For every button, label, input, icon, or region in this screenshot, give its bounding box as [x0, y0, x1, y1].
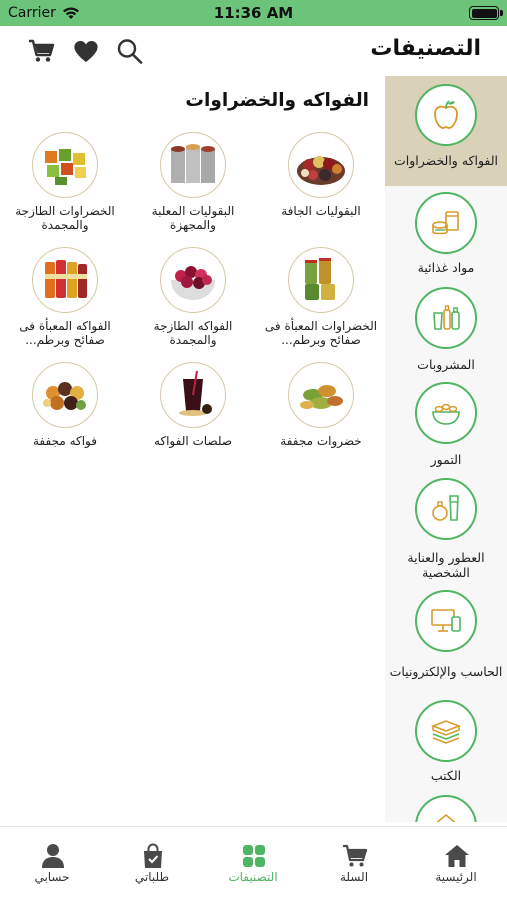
category-name: الخضراوات المعبأة فى صفائح وبرطم... [264, 319, 378, 347]
category-name: البقوليات الجافة [281, 204, 361, 218]
category-name: الفواكه المعبأة فى صفائح وبرطم... [19, 319, 111, 347]
bottles-icon [415, 287, 477, 349]
category-dried-vegetables[interactable]: خضروات مجففة [257, 362, 385, 458]
category-fresh-frozen-fruits[interactable]: الفواكه الطازجة والمجمدة [129, 247, 257, 357]
category-sidebar: الفواكه والخضراوات مواد غذائية المشروبات [385, 76, 507, 822]
dried-vegetables-image [288, 362, 354, 428]
header: التصنيفات [0, 26, 507, 76]
category-name: الفواكه الطازجة والمجمدة [153, 319, 233, 347]
home-icon [445, 845, 469, 867]
sidebar-item-books[interactable]: الكتب [385, 694, 507, 789]
sidebar-item-groceries[interactable]: مواد غذائية [385, 186, 507, 281]
sidebar-item-label: التمور [430, 452, 462, 467]
category-fruit-sauces[interactable]: صلصات الفواكه [129, 362, 257, 458]
sidebar-item-computers-electronics[interactable]: الحاسب والإلكترونيات [385, 580, 507, 694]
tab-categories[interactable]: التصنيفات [203, 827, 303, 900]
tab-home[interactable]: الرئيسية [406, 827, 506, 900]
category-packed-vegetables[interactable]: الخضراوات المعبأة فى صفائح وبرطم... [257, 247, 385, 357]
tab-label: السلة [339, 870, 369, 884]
bottom-tab-bar: الرئيسية السلة التصنيفات طلباتي حسابي [0, 826, 507, 900]
battery-icon [469, 6, 503, 20]
heart-icon[interactable] [72, 38, 100, 64]
sidebar-item-label: الفواكه والخضراوات [393, 153, 499, 168]
dates-bowl-icon [415, 382, 477, 444]
perfume-icon [415, 478, 477, 540]
search-icon[interactable] [116, 38, 144, 64]
category-name: خضروات مجففة [280, 434, 362, 448]
sidebar-item-home[interactable] [385, 789, 507, 822]
sidebar-item-label: الحاسب والإلكترونيات [389, 664, 503, 679]
person-icon [42, 844, 64, 868]
tab-cart[interactable]: السلة [304, 827, 404, 900]
computer-icon [415, 590, 477, 652]
dry-legumes-image [288, 132, 354, 198]
tab-orders[interactable]: طلباتي [102, 827, 202, 900]
fruit-sauces-image [160, 362, 226, 428]
page-title: التصنيفات [370, 36, 481, 61]
cart-icon [343, 844, 368, 867]
tab-label: طلباتي [134, 870, 170, 884]
sidebar-item-fruits-vegetables[interactable]: الفواكه والخضراوات [385, 76, 507, 186]
category-fresh-frozen-vegetables[interactable]: الخضراوات الطازجة والمجمدة [1, 132, 129, 242]
grid-icon [243, 845, 265, 867]
tab-label: حسابي [34, 870, 70, 884]
category-name: صلصات الفواكه [153, 434, 233, 448]
house-icon [415, 795, 477, 822]
packed-vegetables-image [288, 247, 354, 313]
apple-icon [415, 84, 477, 146]
tab-label: التصنيفات [228, 870, 278, 884]
category-canned-legumes[interactable]: البقوليات المعلبة والمجهزة [129, 132, 257, 242]
section-title: الفواكه والخضراوات [185, 90, 369, 111]
tab-label: الرئيسية [435, 870, 477, 884]
category-dried-fruits[interactable]: فواكه مجففة [1, 362, 129, 458]
sidebar-item-label: مواد غذائية [417, 260, 475, 275]
sidebar-item-label: العطور والعناية الشخصية [407, 550, 485, 580]
canned-legumes-image [160, 132, 226, 198]
sidebar-item-label: المشروبات [417, 357, 475, 372]
status-time: 11:36 AM [213, 4, 294, 22]
tab-account[interactable]: حسابي [2, 827, 102, 900]
sidebar-item-label: الكتب [430, 768, 462, 783]
fresh-frozen-vegetables-image [32, 132, 98, 198]
category-dry-legumes[interactable]: البقوليات الجافة [257, 132, 385, 242]
dried-fruits-image [32, 362, 98, 428]
books-icon [415, 700, 477, 762]
shopping-bag-icon [144, 843, 162, 868]
category-name: الخضراوات الطازجة والمجمدة [15, 204, 115, 232]
cart-icon[interactable] [28, 38, 56, 64]
sidebar-item-perfumes-personal-care[interactable]: العطور والعناية الشخصية [385, 468, 507, 580]
category-name: فواكه مجففة [33, 434, 97, 448]
groceries-icon [415, 192, 477, 254]
fresh-frozen-fruits-image [160, 247, 226, 313]
category-name: البقوليات المعلبة والمجهزة [151, 204, 235, 232]
packed-fruits-image [32, 247, 98, 313]
category-packed-fruits[interactable]: الفواكه المعبأة فى صفائح وبرطم... [1, 247, 129, 357]
header-actions [28, 38, 144, 64]
sidebar-item-dates[interactable]: التمور [385, 376, 507, 468]
category-content: الفواكه والخضراوات البقوليات الجافة البق… [0, 76, 385, 822]
status-bar: Carrier 11:36 AM [0, 0, 507, 26]
sidebar-item-beverages[interactable]: المشروبات [385, 281, 507, 376]
